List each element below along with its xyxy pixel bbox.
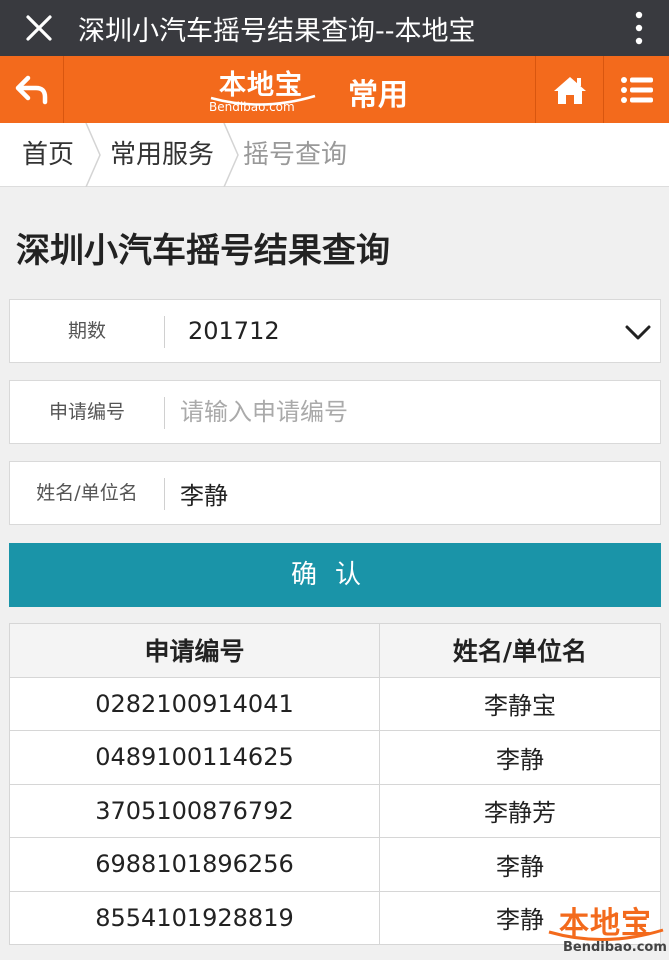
application-number-cell: 8554101928819 [9,890,380,945]
watermark-logo: 本地宝 Bendibao.com [545,898,667,956]
breadcrumb-separator-icon [85,123,101,187]
watermark-domain: Bendibao.com [563,940,667,955]
watermark-text: 本地宝 [559,906,652,941]
more-vertical-icon[interactable] [609,0,669,56]
home-icon [553,76,586,104]
period-label: 期数 [67,320,106,342]
results-table: 申请编号 姓名/单位名 0282100914041 李静宝 0489100114… [9,623,661,945]
table-row: 0282100914041 李静宝 [9,676,661,731]
name-cell: 李静 [379,837,661,892]
field-divider [164,316,165,348]
table-header-row: 申请编号 姓名/单位名 [9,623,661,678]
chevron-down-icon[interactable] [624,318,652,346]
breadcrumb-home[interactable]: 首页 [22,123,74,187]
application-number-cell: 0489100114625 [9,730,380,785]
application-number-cell: 0282100914041 [9,676,380,731]
name-label: 姓名/单位名 [36,482,138,504]
back-arrow-icon [15,75,47,104]
breadcrumb-separator-icon [223,123,239,187]
breadcrumb-services[interactable]: 常用服务 [110,123,214,187]
breadcrumb-current: 摇号查询 [243,140,348,170]
home-button[interactable] [535,56,603,123]
site-logo[interactable]: 本地宝 Bendibao.com [205,60,320,118]
name-cell: 李静芳 [379,783,661,838]
field-divider [164,397,165,429]
name-row: 姓名/单位名 [9,461,661,525]
application-number-cell: 6988101896256 [9,837,380,892]
name-cell: 李静宝 [379,676,661,731]
page-title: 深圳小汽车摇号结果查询 [16,231,390,271]
section-title: 常用 [348,78,408,113]
application-number-row: 申请编号 [9,380,661,444]
title-bar: 深圳小汽车摇号结果查询--本地宝 [0,0,669,56]
application-number-label: 申请编号 [48,401,125,423]
name-cell: 李静 [379,730,661,785]
confirm-button[interactable]: 确认 [9,543,661,607]
list-menu-icon [620,76,653,103]
column-header-name: 姓名/单位名 [379,623,661,678]
back-button[interactable] [0,56,64,123]
application-number-cell: 3705100876792 [9,783,380,838]
logo-text: 本地宝 [219,70,303,101]
column-header-application-number: 申请编号 [9,623,380,678]
table-row: 0489100114625 李静 [9,730,661,785]
breadcrumb: 首页 常用服务 摇号查询 [0,123,669,187]
application-number-input[interactable] [180,391,640,433]
table-row: 3705100876792 李静芳 [9,783,661,838]
field-divider [164,478,165,510]
menu-button[interactable] [603,56,669,123]
table-row: 6988101896256 李静 [9,837,661,892]
logo-domain: Bendibao.com [209,100,295,114]
close-icon[interactable] [0,0,78,56]
window-title: 深圳小汽车摇号结果查询--本地宝 [78,15,476,47]
site-header: 本地宝 Bendibao.com 常用 [0,56,669,123]
period-value[interactable]: 201712 [188,300,280,362]
period-select[interactable]: 期数 201712 [9,299,661,363]
name-input[interactable] [180,472,640,514]
